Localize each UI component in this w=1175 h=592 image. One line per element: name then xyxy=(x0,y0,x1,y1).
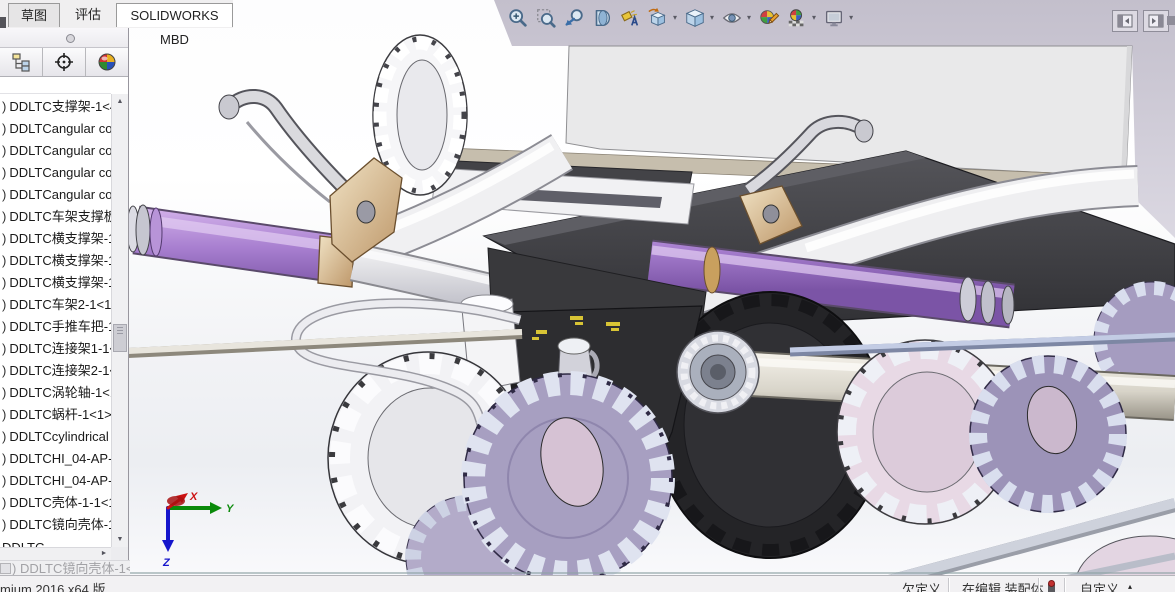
feature-tree-tab[interactable] xyxy=(0,48,43,76)
tree-item[interactable]: ) DDLTCcylindrical r xyxy=(0,426,111,448)
scroll-right-button[interactable]: ► xyxy=(97,548,111,560)
hide-show-items-caret[interactable]: ▾ xyxy=(747,5,751,31)
scroll-down-button[interactable]: ▼ xyxy=(112,532,128,547)
ghost-item-label: DDLTC镜向壳体-1< xyxy=(19,561,130,576)
tree-item[interactable]: ) DDLTCHI_04-AP-- xyxy=(0,470,111,492)
triad-x-label: X xyxy=(189,491,198,503)
tree-item[interactable]: )DDLTC横支撑架-1< xyxy=(0,228,111,250)
tree-vertical-scrollbar[interactable]: ▲ ▼ xyxy=(111,94,128,547)
feature-manager-panel: ) DDLTC支撑架-1<4) DDLTCangular co) DDLTCangul… xyxy=(0,28,129,560)
tree-item[interactable]: )DDLTC手推车把-1< xyxy=(0,316,111,338)
feature-tree-list: ) DDLTC支撑架-1<4) DDLTCangular co) DDLTCangul… xyxy=(0,96,111,540)
tree-item[interactable]: ) DDLTC壳体-1-1<1 xyxy=(0,492,111,514)
zoom-to-fit-icon xyxy=(509,9,527,27)
display-colors-icon xyxy=(98,53,116,71)
tree-item[interactable]: ) DDLTC车架2-1<1> xyxy=(0,294,111,316)
panel-header xyxy=(0,28,128,48)
display-style-caret[interactable]: ▾ xyxy=(710,5,714,31)
apply-scene-button[interactable] xyxy=(784,5,810,31)
tree-item[interactable]: ) DDLTC连接架2-1< xyxy=(0,360,111,382)
tree-item[interactable]: ) DDLTC连接架1-1< xyxy=(0,338,111,360)
dynamic-annotation-views-icon xyxy=(621,10,639,26)
gear-right[interactable] xyxy=(969,355,1127,513)
section-view-button[interactable] xyxy=(589,5,615,31)
collapse-left-icon xyxy=(1117,14,1133,28)
view-settings-button[interactable] xyxy=(821,5,847,31)
hide-show-items-button[interactable] xyxy=(719,5,745,31)
tab-evaluate[interactable]: 评估 xyxy=(61,3,115,27)
zoom-to-area-icon xyxy=(537,9,556,28)
collapse-right-pane-button[interactable] xyxy=(1143,10,1169,32)
tree-item[interactable]: ) DDLTCHI_04-AP-- xyxy=(0,448,111,470)
status-bar: mium 2016 x64 版 欠定义 在编辑 装配体 自定义 ▴ xyxy=(0,575,1175,592)
tree-item[interactable]: ) DDLTCangular co xyxy=(0,162,111,184)
origin-crosshair-icon xyxy=(55,53,73,71)
feature-tree-icon xyxy=(12,53,30,72)
collapse-left-pane-button[interactable] xyxy=(1112,10,1138,32)
ghost-tree-row: ) DDLTC镜向壳体-1< xyxy=(0,560,130,576)
tree-item[interactable]: ) DDLTCangular co xyxy=(0,140,111,162)
view-settings-icon xyxy=(826,10,843,27)
manager-tab-bar xyxy=(0,48,128,77)
tree-item[interactable]: )DDLTC横支撑架-1< xyxy=(0,272,111,294)
scroll-up-button[interactable]: ▲ xyxy=(112,94,128,109)
section-view-icon xyxy=(595,9,610,27)
tab-solidworks-mbd[interactable]: SOLIDWORKS MBD xyxy=(116,3,233,47)
status-custom-dropdown[interactable]: 自定义 xyxy=(1080,579,1119,592)
command-manager-tabs: 草图 评估 SOLIDWORKS MBD xyxy=(0,0,233,47)
zoom-to-fit-button[interactable] xyxy=(505,5,531,31)
scrollbar-thumb[interactable] xyxy=(113,324,127,352)
edit-appearance-button[interactable] xyxy=(756,5,782,31)
tree-item[interactable]: )DDLTC镜向壳体-1< xyxy=(0,514,111,536)
display-manager-tab[interactable] xyxy=(86,48,128,76)
previous-view-icon xyxy=(565,9,583,26)
dynamic-annotation-views-button[interactable] xyxy=(617,5,643,31)
tree-item[interactable]: )DDLTC横支撑架-1< xyxy=(0,250,111,272)
graphics-viewport[interactable]: X Y Z xyxy=(0,0,1175,592)
status-sketch-icon[interactable] xyxy=(1046,580,1057,592)
tree-item[interactable]: ) DDLTC涡轮轴-1<1 xyxy=(0,382,111,404)
tree-item[interactable]: ) DDLTC蜗杆-1<1> xyxy=(0,404,111,426)
display-style-button[interactable] xyxy=(682,5,708,31)
component-icon xyxy=(0,563,11,574)
tree-item[interactable]: ) DDLTCangular co xyxy=(0,184,111,206)
ghost-prefix: ) xyxy=(12,561,17,576)
tree-item[interactable]: ) DDLTCangular co xyxy=(0,118,111,140)
edit-appearance-icon xyxy=(760,10,780,24)
display-style-icon xyxy=(685,9,705,27)
apply-scene-caret[interactable]: ▾ xyxy=(812,5,816,31)
view-settings-caret[interactable]: ▾ xyxy=(849,5,853,31)
status-editing-assembly: 在编辑 装配体 xyxy=(962,582,1044,592)
corner-chip xyxy=(0,17,6,28)
zoom-to-area-button[interactable] xyxy=(533,5,559,31)
gear-main[interactable] xyxy=(461,371,675,585)
triad-z-label: Z xyxy=(162,557,171,569)
tree-divider xyxy=(0,93,111,94)
apply-scene-icon xyxy=(788,9,804,27)
collapse-right-icon xyxy=(1148,14,1164,28)
heads-up-toolbar: ▾ ▾ ▾ ▾ ▾ xyxy=(505,5,856,31)
status-expand-arrow[interactable]: ▴ xyxy=(1128,582,1132,591)
view-orientation-icon xyxy=(648,7,666,27)
previous-view-button[interactable] xyxy=(561,5,587,31)
viewport-bottom-edge xyxy=(128,572,1175,574)
view-orientation-caret[interactable]: ▾ xyxy=(673,5,677,31)
tab-sketch[interactable]: 草图 xyxy=(8,3,60,27)
edge-stub xyxy=(1167,16,1175,25)
panel-pin-icon[interactable] xyxy=(66,34,75,43)
bearing-center[interactable] xyxy=(676,330,760,414)
status-under-defined: 欠定义 xyxy=(902,582,942,592)
scrollbar-corner xyxy=(111,547,128,560)
tree-horizontal-scrollbar[interactable]: ► xyxy=(0,547,111,560)
property-manager-tab[interactable] xyxy=(43,48,86,76)
tree-item[interactable]: ) DDLTC车架支撑板- xyxy=(0,206,111,228)
tree-item-partial[interactable]: DDLTC xyxy=(0,540,113,547)
hide-show-items-icon xyxy=(722,13,742,23)
status-version-text: mium 2016 x64 版 xyxy=(0,582,106,592)
tree-item[interactable]: ) DDLTC支撑架-1<4 xyxy=(0,96,111,118)
view-orientation-button[interactable] xyxy=(645,5,671,31)
